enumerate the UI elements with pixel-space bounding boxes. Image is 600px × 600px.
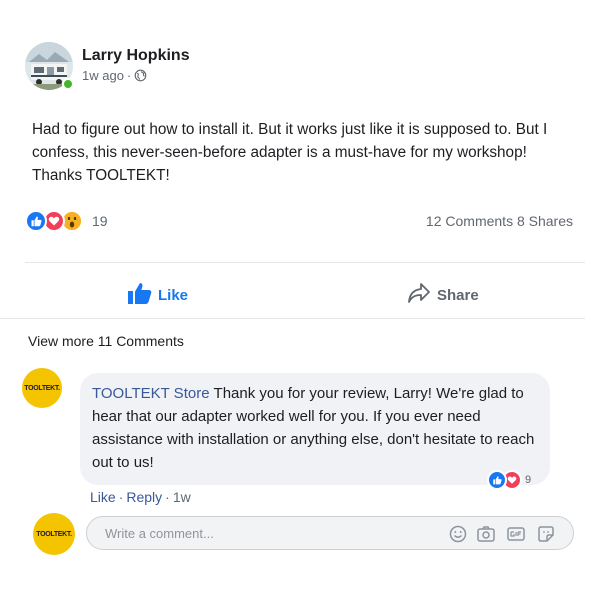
reactions-bar: 19 12 Comments 8 Shares <box>25 208 573 234</box>
share-button-label: Share <box>437 286 479 304</box>
like-reaction-icon <box>487 470 507 490</box>
write-comment-input[interactable] <box>105 517 405 549</box>
sticker-icon[interactable] <box>536 524 556 544</box>
share-arrow-icon <box>407 282 431 308</box>
post-author-name[interactable]: Larry Hopkins <box>82 47 190 65</box>
like-button-label: Like <box>158 286 189 304</box>
like-button[interactable]: Like <box>128 282 188 308</box>
meta-separator: · <box>126 68 132 83</box>
comment-like-link[interactable]: Like <box>90 489 116 505</box>
comment-author-name[interactable]: TOOLTEKT Store <box>92 385 210 402</box>
like-reaction-icon <box>25 210 47 232</box>
camera-icon[interactable] <box>476 524 496 544</box>
view-more-comments-link[interactable]: View more 11 Comments <box>28 333 184 349</box>
gif-icon[interactable] <box>506 524 526 544</box>
comment-reaction-count: 9 <box>525 474 532 486</box>
current-user-avatar[interactable]: TOOLTEKT. <box>33 513 75 555</box>
divider-top <box>25 262 585 263</box>
reaction-icons[interactable] <box>25 208 83 234</box>
post-text: Had to figure out how to install it. But… <box>32 121 548 184</box>
write-comment-box <box>86 516 574 550</box>
separator: · <box>118 489 124 505</box>
reaction-count[interactable]: 19 <box>92 213 108 229</box>
comment-actions: Like · Reply · 1w <box>90 489 191 505</box>
comment-reply-link[interactable]: Reply <box>126 489 162 505</box>
post-time[interactable]: 1w ago <box>82 68 124 83</box>
comment-reactions[interactable]: 9 <box>487 470 531 490</box>
comments-shares-count[interactable]: 12 Comments 8 Shares <box>426 213 573 229</box>
store-avatar[interactable]: TOOLTEKT. <box>22 368 62 408</box>
globe-icon[interactable] <box>134 69 147 82</box>
thumbs-up-icon <box>128 282 152 308</box>
divider-bottom <box>0 318 585 319</box>
comment-time[interactable]: 1w <box>173 489 191 505</box>
separator: · <box>165 489 170 505</box>
post-meta: 1w ago · <box>82 68 147 83</box>
share-button[interactable]: Share <box>407 282 479 308</box>
comment-bubble: TOOLTEKT Store Thank you for your review,… <box>80 373 550 485</box>
post-header: Larry Hopkins 1w ago · <box>25 42 565 92</box>
online-status-dot <box>62 78 74 90</box>
emoji-icon[interactable] <box>448 524 468 544</box>
